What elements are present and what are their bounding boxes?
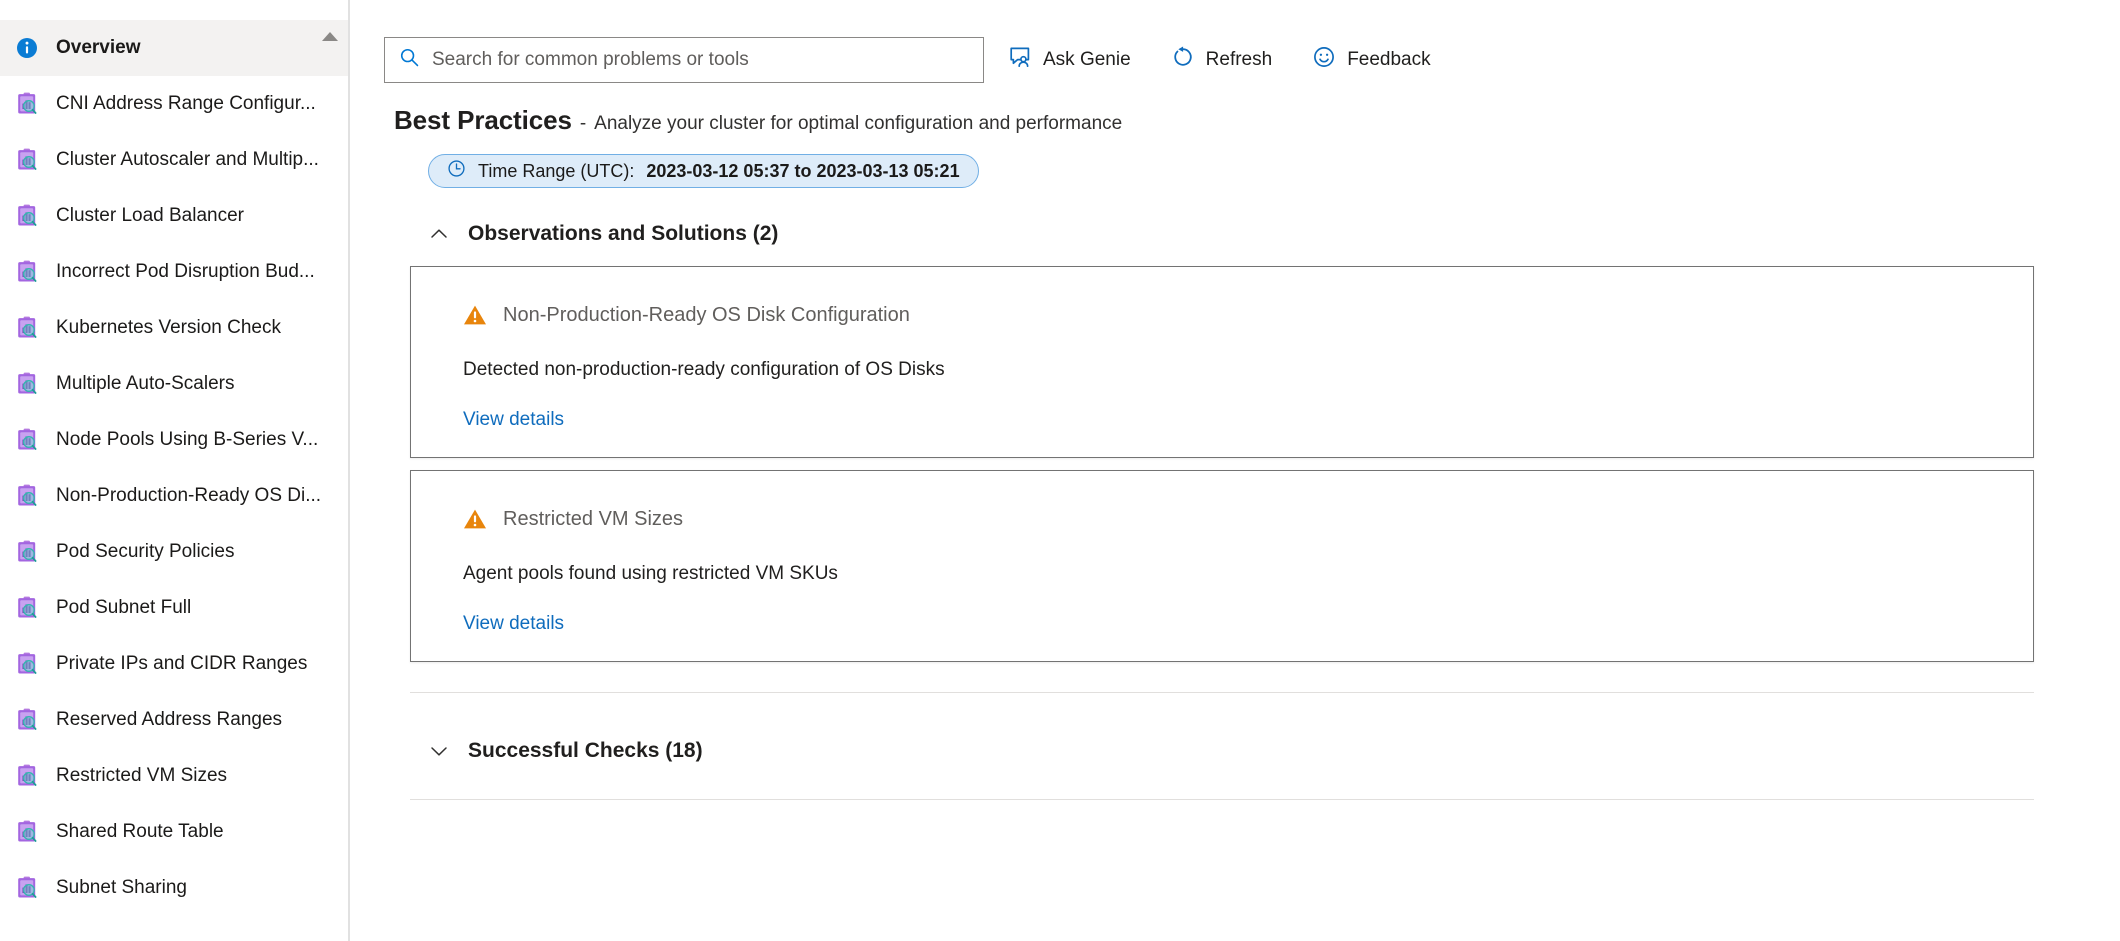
sidebar-item-label: Non-Production-Ready OS Di... xyxy=(56,485,321,507)
toolbar: Ask Genie Refresh xyxy=(350,0,2120,90)
observations-title: Observations and Solutions (2) xyxy=(468,222,778,246)
time-range-label: Time Range (UTC): xyxy=(478,161,634,182)
refresh-label: Refresh xyxy=(1206,49,1273,71)
search-box[interactable] xyxy=(384,37,984,83)
sidebar-item-label: Cluster Autoscaler and Multip... xyxy=(56,149,319,171)
feedback-label: Feedback xyxy=(1347,49,1430,71)
sidebar-item-overview[interactable]: Overview xyxy=(0,20,349,76)
detector-clipboard-icon xyxy=(14,259,40,285)
clock-icon xyxy=(447,159,466,183)
sidebar-item-pod-security-policies[interactable]: Pod Security Policies xyxy=(0,524,349,580)
card-description: Detected non-production-ready configurat… xyxy=(411,359,2033,381)
page-title-separator: - xyxy=(580,113,586,135)
card-title-row: Restricted VM Sizes xyxy=(411,507,2033,531)
detector-clipboard-icon xyxy=(14,315,40,341)
warning-triangle-icon xyxy=(463,303,487,327)
page-subtitle: Analyze your cluster for optimal configu… xyxy=(594,113,1122,135)
detector-clipboard-icon xyxy=(14,91,40,117)
sidebar-item-reserved-address-ranges[interactable]: Reserved Address Ranges xyxy=(0,692,349,748)
sidebar: Overview CNI Address Range Configur... Clu… xyxy=(0,0,350,941)
sidebar-item-restricted-vm-sizes[interactable]: Restricted VM Sizes xyxy=(0,748,349,804)
detector-clipboard-icon xyxy=(14,483,40,509)
detector-clipboard-icon xyxy=(14,371,40,397)
sidebar-item-pod-subnet-full[interactable]: Pod Subnet Full xyxy=(0,580,349,636)
content-area: Best Practices - Analyze your cluster fo… xyxy=(350,105,2120,800)
info-icon xyxy=(14,35,40,61)
successful-checks-title: Successful Checks (18) xyxy=(468,739,703,763)
refresh-button[interactable]: Refresh xyxy=(1155,37,1289,83)
view-details-link[interactable]: View details xyxy=(411,613,564,635)
search-icon xyxy=(399,47,420,73)
chat-person-icon xyxy=(1008,45,1032,75)
successful-checks-header[interactable]: Successful Checks (18) xyxy=(428,739,703,763)
sidebar-item-label: Multiple Auto-Scalers xyxy=(56,373,234,395)
sidebar-item-cni-address-range-configur[interactable]: CNI Address Range Configur... xyxy=(0,76,349,132)
detector-clipboard-icon xyxy=(14,763,40,789)
page-header: Best Practices - Analyze your cluster fo… xyxy=(384,105,2120,136)
sidebar-item-label: Cluster Load Balancer xyxy=(56,205,244,227)
sidebar-divider xyxy=(348,0,349,941)
warning-triangle-icon xyxy=(463,507,487,531)
sidebar-item-subnet-sharing[interactable]: Subnet Sharing xyxy=(0,860,349,916)
card-title: Restricted VM Sizes xyxy=(503,508,683,531)
chevron-up-icon xyxy=(428,223,450,245)
main-content: Ask Genie Refresh xyxy=(350,0,2120,941)
smiley-icon xyxy=(1312,45,1336,75)
sidebar-item-label: Incorrect Pod Disruption Bud... xyxy=(56,261,315,283)
section-divider xyxy=(410,692,2034,693)
sidebar-item-node-pools-using-b-series-v[interactable]: Node Pools Using B-Series V... xyxy=(0,412,349,468)
sidebar-item-label: CNI Address Range Configur... xyxy=(56,93,316,115)
observations-section-header[interactable]: Observations and Solutions (2) xyxy=(428,222,778,246)
sidebar-item-label: Shared Route Table xyxy=(56,821,224,843)
detector-clipboard-icon xyxy=(14,875,40,901)
sidebar-item-shared-route-table[interactable]: Shared Route Table xyxy=(0,804,349,860)
app-root: Overview CNI Address Range Configur... Clu… xyxy=(0,0,2120,941)
detector-clipboard-icon xyxy=(14,595,40,621)
sidebar-item-incorrect-pod-disruption-bud[interactable]: Incorrect Pod Disruption Bud... xyxy=(0,244,349,300)
detector-clipboard-icon xyxy=(14,427,40,453)
ask-genie-label: Ask Genie xyxy=(1043,49,1131,71)
sidebar-item-cluster-autoscaler-and-multip[interactable]: Cluster Autoscaler and Multip... xyxy=(0,132,349,188)
sidebar-item-non-production-ready-os-di[interactable]: Non-Production-Ready OS Di... xyxy=(0,468,349,524)
sidebar-nav-list: Overview CNI Address Range Configur... Clu… xyxy=(0,20,349,916)
ask-genie-button[interactable]: Ask Genie xyxy=(992,37,1147,83)
search-input[interactable] xyxy=(432,49,969,71)
sidebar-item-private-ips-and-cidr-ranges[interactable]: Private IPs and CIDR Ranges xyxy=(0,636,349,692)
page-title: Best Practices xyxy=(394,105,572,136)
chevron-down-icon xyxy=(428,740,450,762)
time-range-pill[interactable]: Time Range (UTC): 2023-03-12 05:37 to 20… xyxy=(428,154,979,188)
sidebar-item-label: Subnet Sharing xyxy=(56,877,187,899)
card-title: Non-Production-Ready OS Disk Configurati… xyxy=(503,304,910,327)
view-details-link[interactable]: View details xyxy=(411,409,564,431)
card-title-row: Non-Production-Ready OS Disk Configurati… xyxy=(411,303,2033,327)
sidebar-item-multiple-auto-scalers[interactable]: Multiple Auto-Scalers xyxy=(0,356,349,412)
sidebar-item-label: Reserved Address Ranges xyxy=(56,709,282,731)
feedback-button[interactable]: Feedback xyxy=(1296,37,1446,83)
detector-clipboard-icon xyxy=(14,707,40,733)
detector-clipboard-icon xyxy=(14,147,40,173)
observation-card: Non-Production-Ready OS Disk Configurati… xyxy=(410,266,2034,458)
sidebar-item-label: Node Pools Using B-Series V... xyxy=(56,429,318,451)
sidebar-item-label: Pod Security Policies xyxy=(56,541,234,563)
detector-clipboard-icon xyxy=(14,203,40,229)
detector-clipboard-icon xyxy=(14,819,40,845)
sidebar-item-label: Private IPs and CIDR Ranges xyxy=(56,653,307,675)
time-range-value: 2023-03-12 05:37 to 2023-03-13 05:21 xyxy=(646,161,959,182)
sidebar-item-label: Pod Subnet Full xyxy=(56,597,191,619)
sidebar-scroll-up-icon[interactable] xyxy=(322,32,338,41)
card-description: Agent pools found using restricted VM SK… xyxy=(411,563,2033,585)
observation-cards: Non-Production-Ready OS Disk Configurati… xyxy=(410,266,2120,662)
sidebar-item-cluster-load-balancer[interactable]: Cluster Load Balancer xyxy=(0,188,349,244)
sidebar-item-label: Restricted VM Sizes xyxy=(56,765,227,787)
bottom-divider xyxy=(410,799,2034,800)
refresh-icon xyxy=(1171,45,1195,75)
sidebar-item-label: Kubernetes Version Check xyxy=(56,317,281,339)
sidebar-item-label: Overview xyxy=(56,37,141,59)
detector-clipboard-icon xyxy=(14,651,40,677)
detector-clipboard-icon xyxy=(14,539,40,565)
sidebar-item-kubernetes-version-check[interactable]: Kubernetes Version Check xyxy=(0,300,349,356)
observation-card: Restricted VM Sizes Agent pools found usi… xyxy=(410,470,2034,662)
